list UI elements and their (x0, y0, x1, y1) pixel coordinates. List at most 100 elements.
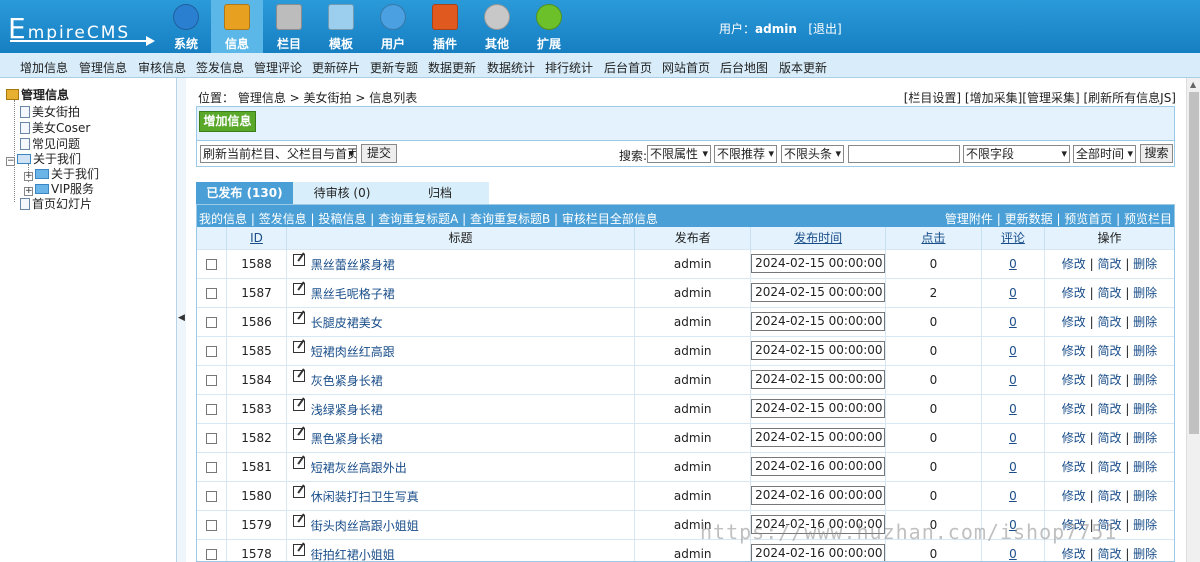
list-tool-link-3[interactable]: 预览栏目 (1124, 212, 1172, 226)
row-title-link[interactable]: 休闲装打扫卫生写真 (311, 490, 419, 504)
submenu-item-6[interactable]: 更新专题 (370, 59, 418, 76)
sort-comments-link[interactable]: 评论 (1001, 231, 1025, 245)
simple-edit-link[interactable]: 简改 (1097, 547, 1121, 561)
delete-link[interactable]: 删除 (1133, 373, 1157, 387)
submenu-item-5[interactable]: 更新碎片 (312, 59, 360, 76)
simple-edit-link[interactable]: 简改 (1097, 402, 1121, 416)
submenu-item-11[interactable]: 网站首页 (662, 59, 710, 76)
row-checkbox[interactable] (206, 287, 218, 299)
delete-link[interactable]: 删除 (1133, 431, 1157, 445)
edit-link[interactable]: 修改 (1062, 402, 1086, 416)
search-input[interactable] (848, 145, 960, 163)
row-checkbox[interactable] (206, 432, 218, 444)
row-time-input[interactable]: 2024-02-15 00:00:00 (751, 283, 886, 302)
row-time-input[interactable]: 2024-02-15 00:00:00 (751, 254, 886, 273)
delete-link[interactable]: 删除 (1133, 489, 1157, 503)
list-tool-link-2[interactable]: 预览首页 (1064, 212, 1112, 226)
edit-link[interactable]: 修改 (1062, 257, 1086, 271)
edit-document-icon[interactable] (292, 399, 305, 411)
submenu-item-9[interactable]: 排行统计 (545, 59, 593, 76)
edit-document-icon[interactable] (292, 254, 305, 266)
nav-item-3[interactable]: 模板 (315, 0, 367, 53)
nav-item-1[interactable]: 信息 (211, 0, 263, 53)
row-title-link[interactable]: 黑丝蕾丝紧身裙 (311, 258, 395, 272)
list-tool-link-0[interactable]: 管理附件 (945, 212, 993, 226)
simple-edit-link[interactable]: 简改 (1097, 460, 1121, 474)
time-filter-select[interactable]: 全部时间 (1073, 145, 1136, 163)
submenu-item-2[interactable]: 审核信息 (138, 59, 186, 76)
simple-edit-link[interactable]: 简改 (1097, 344, 1121, 358)
row-time-input[interactable]: 2024-02-15 00:00:00 (751, 399, 886, 418)
list-filter-link-3[interactable]: 查询重复标题A (378, 212, 458, 226)
row-checkbox[interactable] (206, 403, 218, 415)
row-comments-link[interactable]: 0 (1009, 518, 1017, 532)
attribute-filter-select[interactable]: 不限属性 (647, 145, 711, 163)
row-checkbox[interactable] (206, 258, 218, 270)
edit-link[interactable]: 修改 (1062, 431, 1086, 445)
edit-document-icon[interactable] (292, 312, 305, 324)
tree-item-street-photo[interactable]: 美女街拍 (20, 103, 80, 120)
edit-document-icon[interactable] (292, 544, 305, 557)
row-checkbox[interactable] (206, 519, 218, 531)
breadcrumb-manage-info[interactable]: 管理信息 (238, 91, 286, 105)
delete-link[interactable]: 删除 (1133, 518, 1157, 532)
tab-archive[interactable]: 归档 (391, 182, 489, 204)
row-checkbox[interactable] (206, 490, 218, 502)
add-info-button[interactable]: 增加信息 (199, 111, 256, 132)
sort-id-link[interactable]: ID (250, 231, 263, 245)
simple-edit-link[interactable]: 简改 (1097, 489, 1121, 503)
delete-link[interactable]: 删除 (1133, 257, 1157, 271)
row-time-input[interactable]: 2024-02-15 00:00:00 (751, 370, 886, 389)
simple-edit-link[interactable]: 简改 (1097, 518, 1121, 532)
row-comments-link[interactable]: 0 (1009, 460, 1017, 474)
row-time-input[interactable]: 2024-02-16 00:00:00 (751, 457, 886, 476)
list-filter-link-2[interactable]: 投稿信息 (318, 212, 366, 226)
field-filter-select[interactable]: 不限字段 (963, 145, 1070, 163)
edit-link[interactable]: 修改 (1062, 489, 1086, 503)
edit-document-icon[interactable] (292, 283, 305, 295)
delete-link[interactable]: 删除 (1133, 402, 1157, 416)
collapse-icon[interactable]: − (6, 157, 15, 166)
edit-link[interactable]: 修改 (1062, 547, 1086, 561)
simple-edit-link[interactable]: 简改 (1097, 315, 1121, 329)
row-time-input[interactable]: 2024-02-16 00:00:00 (751, 515, 886, 534)
row-time-input[interactable]: 2024-02-16 00:00:00 (751, 544, 886, 561)
manage-collect-link[interactable]: [管理采集] (1022, 91, 1079, 105)
tree-item-coser[interactable]: 美女Coser (20, 119, 90, 136)
row-comments-link[interactable]: 0 (1009, 402, 1017, 416)
add-collect-link[interactable]: [增加采集] (965, 91, 1022, 105)
nav-item-2[interactable]: 栏目 (263, 0, 315, 53)
submenu-item-8[interactable]: 数据统计 (487, 59, 535, 76)
edit-link[interactable]: 修改 (1062, 460, 1086, 474)
vertical-scrollbar[interactable]: ▲ (1186, 78, 1200, 562)
submenu-item-1[interactable]: 管理信息 (79, 59, 127, 76)
row-title-link[interactable]: 短裙肉丝红高跟 (311, 345, 395, 359)
row-time-input[interactable]: 2024-02-15 00:00:00 (751, 341, 886, 360)
tree-item-slideshow[interactable]: 首页幻灯片 (20, 195, 92, 212)
submenu-item-13[interactable]: 版本更新 (779, 59, 827, 76)
simple-edit-link[interactable]: 简改 (1097, 286, 1121, 300)
row-checkbox[interactable] (206, 345, 218, 357)
row-checkbox[interactable] (206, 461, 218, 473)
edit-document-icon[interactable] (292, 457, 305, 469)
submit-button[interactable]: 提交 (361, 144, 397, 163)
logout-link[interactable]: [退出] (808, 22, 841, 36)
row-checkbox[interactable] (206, 316, 218, 328)
row-comments-link[interactable]: 0 (1009, 489, 1017, 503)
row-comments-link[interactable]: 0 (1009, 431, 1017, 445)
edit-document-icon[interactable] (292, 370, 305, 382)
row-comments-link[interactable]: 0 (1009, 547, 1017, 561)
row-comments-link[interactable]: 0 (1009, 344, 1017, 358)
row-comments-link[interactable]: 0 (1009, 315, 1017, 329)
edit-link[interactable]: 修改 (1062, 286, 1086, 300)
list-filter-link-0[interactable]: 我的信息 (199, 212, 247, 226)
edit-document-icon[interactable] (292, 486, 305, 498)
edit-document-icon[interactable] (292, 515, 305, 527)
list-filter-link-1[interactable]: 签发信息 (259, 212, 307, 226)
row-comments-link[interactable]: 0 (1009, 257, 1017, 271)
row-title-link[interactable]: 灰色紧身长裙 (311, 374, 383, 388)
submenu-item-4[interactable]: 管理评论 (254, 59, 302, 76)
column-settings-link[interactable]: [栏目设置] (904, 91, 961, 105)
submenu-item-12[interactable]: 后台地图 (720, 59, 768, 76)
scrollbar-thumb[interactable] (1189, 92, 1199, 434)
